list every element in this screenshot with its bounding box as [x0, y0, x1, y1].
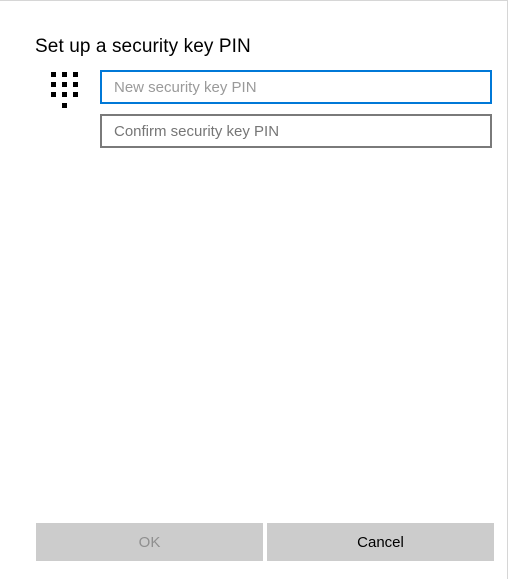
cancel-button[interactable]: Cancel [267, 523, 494, 561]
keypad-icon [51, 72, 78, 108]
confirm-pin-input[interactable] [100, 114, 492, 148]
dialog-title: Set up a security key PIN [35, 36, 251, 57]
pin-setup-dialog: Set up a security key PIN OK Cancel [0, 0, 508, 579]
ok-button[interactable]: OK [36, 523, 263, 561]
new-pin-input[interactable] [100, 70, 492, 104]
